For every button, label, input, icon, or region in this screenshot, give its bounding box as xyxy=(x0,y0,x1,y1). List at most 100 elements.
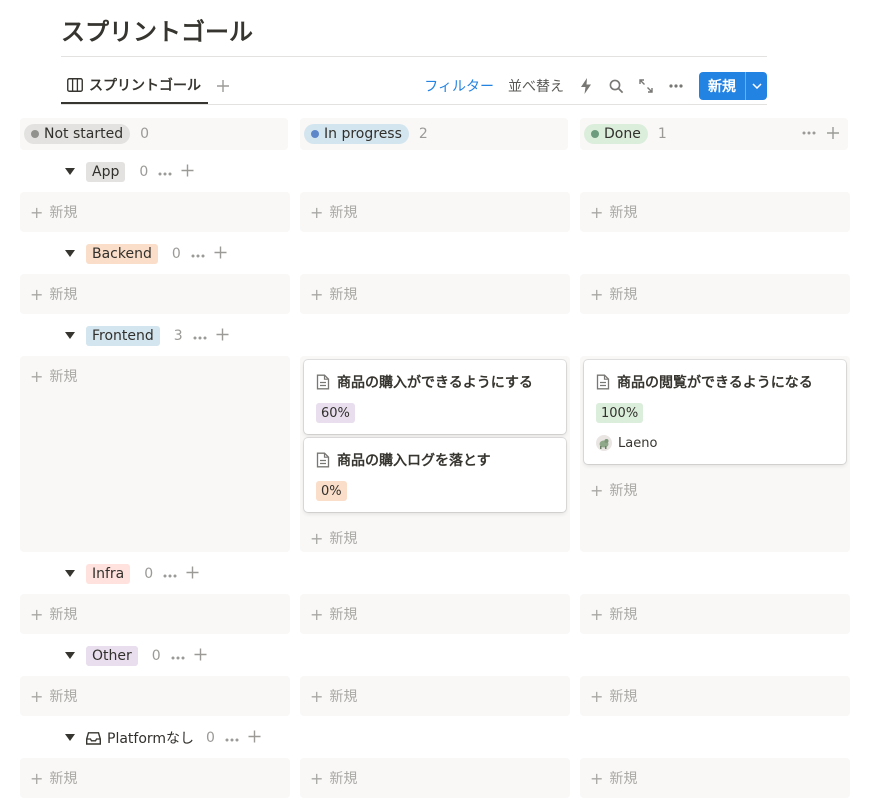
new-item-label: 新規 xyxy=(49,689,78,705)
status-pill: Done xyxy=(584,124,648,144)
card-title-text: 商品の閲覧ができるようになる xyxy=(617,375,813,391)
new-item-button[interactable]: + 新規 xyxy=(590,768,637,788)
group-more-button[interactable] xyxy=(191,246,205,262)
group-count: 3 xyxy=(173,328,183,344)
board-card[interactable]: 商品の購入ログを落とす 0% xyxy=(304,438,566,512)
group-more-button[interactable] xyxy=(158,164,172,180)
group-label[interactable]: Backend xyxy=(86,244,158,264)
view-tab-label: スプリントゴール xyxy=(89,78,201,94)
group-more-button[interactable] xyxy=(163,566,177,582)
new-item-button[interactable]: + 新規 xyxy=(310,528,357,548)
new-item-button[interactable]: + 新規 xyxy=(310,686,357,706)
more-dots-icon xyxy=(171,656,185,660)
more-dots-icon[interactable] xyxy=(802,124,816,142)
card-title-text: 商品の購入ができるようにする xyxy=(337,375,533,391)
new-item-button[interactable]: + 新規 xyxy=(590,480,637,500)
plus-icon: + xyxy=(310,768,324,788)
group-add-button[interactable] xyxy=(186,565,199,583)
new-item-button[interactable]: + 新規 xyxy=(590,604,637,624)
column-actions xyxy=(802,124,840,142)
group-label[interactable]: App xyxy=(86,162,126,182)
lightning-icon xyxy=(581,78,591,94)
group-toggle[interactable] xyxy=(61,570,79,578)
new-item-label: 新規 xyxy=(329,689,358,705)
group-add-button[interactable] xyxy=(248,729,261,747)
filter-button[interactable]: フィルター xyxy=(417,76,501,96)
more-dots-icon xyxy=(158,172,172,176)
group-toggle[interactable] xyxy=(61,168,79,176)
expand-button[interactable] xyxy=(631,72,661,100)
group-toggle[interactable] xyxy=(61,250,79,258)
plus-icon: + xyxy=(30,366,44,386)
board-cell-platform-done: + 新規 xyxy=(580,758,850,798)
plus-icon[interactable] xyxy=(826,124,840,142)
board-card[interactable]: 商品の購入ができるようにする 60% xyxy=(304,360,566,434)
new-item-button[interactable]: + 新規 xyxy=(30,604,77,624)
board-cell-frontend-not-started: + 新規 xyxy=(20,356,290,552)
new-item-button[interactable]: + 新規 xyxy=(30,284,77,304)
new-dropdown-button[interactable] xyxy=(745,72,767,100)
new-item-button[interactable]: + 新規 xyxy=(30,202,77,222)
new-item-label: 新規 xyxy=(609,483,638,499)
automation-button[interactable] xyxy=(571,72,601,100)
status-dot xyxy=(31,130,39,138)
column-count: 0 xyxy=(140,126,150,142)
group-add-button[interactable] xyxy=(216,327,229,345)
triangle-down-icon xyxy=(65,250,75,257)
group-add-button[interactable] xyxy=(214,245,227,263)
group-label[interactable]: Infra xyxy=(86,564,131,584)
new-item-button[interactable]: + 新規 xyxy=(310,768,357,788)
new-item-button[interactable]: + 新規 xyxy=(310,284,357,304)
new-item-button[interactable]: + 新規 xyxy=(30,686,77,706)
progress-badge: 0% xyxy=(316,481,347,501)
column-header-not-started[interactable]: Not started 0 xyxy=(20,118,288,150)
group-toggle[interactable] xyxy=(61,332,79,340)
search-button[interactable] xyxy=(601,72,631,100)
board-cell-other-not-started: + 新規 xyxy=(20,676,290,716)
new-item-button[interactable]: + 新規 xyxy=(310,202,357,222)
new-item-label: 新規 xyxy=(329,531,358,547)
board-card[interactable]: 商品の閲覧ができるようになる 100% Laeno xyxy=(584,360,846,464)
group-more-button[interactable] xyxy=(225,730,239,746)
card-assignee: Laeno xyxy=(596,435,657,451)
new-item-button[interactable]: + 新規 xyxy=(30,768,77,788)
group-toggle[interactable] xyxy=(61,734,79,742)
group-label[interactable]: Frontend xyxy=(86,326,160,346)
column-header-done[interactable]: Done 1 xyxy=(580,118,848,150)
status-dot xyxy=(591,130,599,138)
plus-icon xyxy=(214,246,227,259)
group-label[interactable]: Other xyxy=(86,646,138,666)
view-tab-board[interactable]: スプリントゴール xyxy=(61,68,208,104)
group-add-button[interactable] xyxy=(181,163,194,181)
new-item-label: 新規 xyxy=(329,287,358,303)
new-item-button[interactable]: + 新規 xyxy=(30,366,77,386)
sort-button[interactable]: 並べ替え xyxy=(501,76,571,96)
more-button[interactable] xyxy=(661,72,691,100)
page-icon xyxy=(596,374,610,390)
board-cell-platform-in-progress: + 新規 xyxy=(300,758,570,798)
group-more-button[interactable] xyxy=(171,648,185,664)
page-icon xyxy=(316,452,330,468)
triangle-down-icon xyxy=(65,652,75,659)
group-more-button[interactable] xyxy=(193,328,207,344)
triangle-down-icon xyxy=(65,570,75,577)
add-view-button[interactable] xyxy=(213,76,233,96)
new-button[interactable]: 新規 xyxy=(699,72,745,100)
card-title: 商品の購入ができるようにする xyxy=(316,372,533,392)
progress-badge: 60% xyxy=(316,403,355,423)
new-button-group: 新規 xyxy=(699,72,767,100)
new-item-button[interactable]: + 新規 xyxy=(590,202,637,222)
new-item-label: 新規 xyxy=(609,287,638,303)
new-item-button[interactable]: + 新規 xyxy=(310,604,357,624)
column-header-in-progress[interactable]: In progress 2 xyxy=(300,118,568,150)
group-label[interactable]: Platformなし xyxy=(86,728,194,748)
triangle-down-icon xyxy=(65,332,75,339)
group-label-text: Platformなし xyxy=(107,731,195,747)
new-item-button[interactable]: + 新規 xyxy=(590,686,637,706)
group-add-button[interactable] xyxy=(194,647,207,665)
new-item-button[interactable]: + 新規 xyxy=(590,284,637,304)
group-toggle[interactable] xyxy=(61,652,79,660)
new-item-label: 新規 xyxy=(609,205,638,221)
triangle-down-icon xyxy=(65,168,75,175)
board-cell-infra-done: + 新規 xyxy=(580,594,850,634)
